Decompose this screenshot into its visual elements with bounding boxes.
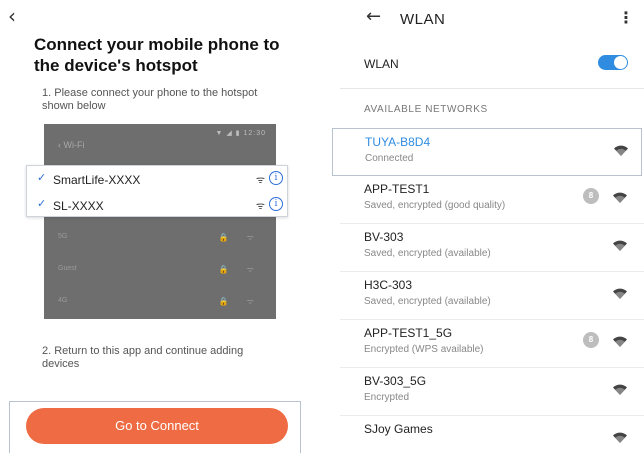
network-item[interactable]: BV-303 Saved, encrypted (available)	[340, 224, 644, 272]
info-icon: i	[269, 197, 283, 211]
wifi-signal-icon	[612, 238, 628, 252]
network-name: TUYA-B8D4	[365, 135, 431, 149]
hotspot-item: ✓ SmartLife-XXXX ᯤ i	[27, 166, 289, 192]
mock-network-name: 5G	[58, 233, 68, 240]
more-options-icon[interactable]: ⋮	[618, 8, 634, 27]
wifi-signal-icon	[613, 143, 629, 157]
network-status: Encrypted (WPS available)	[364, 344, 484, 355]
network-name: BV-303	[364, 230, 404, 244]
wifi-signal-icon	[612, 286, 628, 300]
instruction-step-1: 1. Please connect your phone to the hots…	[42, 87, 258, 112]
wlan-toggle-switch[interactable]	[598, 55, 628, 70]
network-name: H3C-303	[364, 278, 413, 292]
go-to-connect-button[interactable]: Go to Connect	[26, 408, 288, 444]
network-name: BV-303_5G	[364, 374, 427, 388]
wps-lock-icon: 8	[583, 188, 599, 204]
wifi-signal-icon	[612, 430, 628, 444]
network-item[interactable]: SJoy Games	[340, 416, 644, 453]
mock-lock-wifi-icon: 🔒 ᯤ	[218, 265, 262, 274]
network-name: APP-TEST1_5G	[364, 326, 453, 340]
page-title: Connect your mobile phone to the device'…	[34, 35, 280, 75]
network-item[interactable]: H3C-303 Saved, encrypted (available)	[340, 272, 644, 320]
wifi-signal-icon	[612, 190, 628, 204]
hotspot-name: SmartLife-XXXX	[53, 173, 141, 187]
mock-network-row: Guest 🔒 ᯤ	[44, 258, 276, 282]
wifi-icon: ᯤ	[255, 201, 265, 212]
info-icon: i	[269, 171, 283, 185]
toggle-knob	[614, 56, 627, 69]
network-status: Saved, encrypted (available)	[364, 248, 491, 259]
screen-title: WLAN	[400, 11, 446, 28]
available-networks-header: AVAILABLE NETWORKS	[364, 104, 488, 115]
phone-wifi-illustration: ▼ ◢ ▮ 12:30 ‹ Wi-Fi 5G 🔒 ᯤ Guest 🔒 ᯤ 4G …	[44, 124, 276, 319]
network-status: Connected	[365, 153, 414, 164]
mock-status-bar: ▼ ◢ ▮ 12:30	[215, 130, 266, 137]
instruction-step-2: 2. Return to this app and continue addin…	[42, 345, 244, 370]
divider	[340, 88, 644, 89]
network-status: Saved, encrypted (available)	[364, 296, 491, 307]
mock-wifi-title: ‹ Wi-Fi	[58, 140, 85, 150]
network-item[interactable]: BV-303_5G Encrypted	[340, 368, 644, 416]
mock-lock-wifi-icon: 🔒 ᯤ	[218, 297, 262, 306]
mock-network-row: 4G 🔒 ᯤ	[44, 290, 276, 314]
network-name: SJoy Games	[364, 422, 433, 436]
back-chevron-icon[interactable]: ‹	[8, 6, 16, 26]
network-item-connected[interactable]: TUYA-B8D4 Connected	[332, 128, 642, 176]
connect-hotspot-screen: ‹ Connect your mobile phone to the devic…	[0, 0, 312, 453]
wlan-toggle-label: WLAN	[364, 57, 399, 71]
hotspot-list-callout: ✓ SmartLife-XXXX ᯤ i ✓ SL-XXXX ᯤ i	[26, 165, 288, 217]
network-name: APP-TEST1	[364, 182, 430, 196]
network-item[interactable]: APP-TEST1_5G Encrypted (WPS available) 8	[340, 320, 644, 368]
check-icon: ✓	[37, 198, 47, 210]
check-icon: ✓	[37, 172, 47, 184]
hotspot-name: SL-XXXX	[53, 199, 104, 213]
mock-network-name: 4G	[58, 297, 68, 304]
wifi-icon: ᯤ	[255, 175, 265, 186]
wifi-signal-icon	[612, 382, 628, 396]
wlan-settings-screen: ← WLAN ⋮ WLAN AVAILABLE NETWORKS TUYA-B8…	[332, 0, 644, 453]
mock-network-row: 5G 🔒 ᯤ	[44, 226, 276, 250]
back-arrow-icon[interactable]: ←	[366, 6, 381, 27]
mock-network-name: Guest	[58, 265, 77, 272]
network-status: Saved, encrypted (good quality)	[364, 200, 506, 211]
network-item[interactable]: APP-TEST1 Saved, encrypted (good quality)…	[340, 176, 644, 224]
network-status: Encrypted	[364, 392, 410, 403]
hotspot-item: ✓ SL-XXXX ᯤ i	[27, 192, 289, 218]
wps-lock-icon: 8	[583, 332, 599, 348]
mock-lock-wifi-icon: 🔒 ᯤ	[218, 233, 262, 242]
wifi-signal-icon	[612, 334, 628, 348]
